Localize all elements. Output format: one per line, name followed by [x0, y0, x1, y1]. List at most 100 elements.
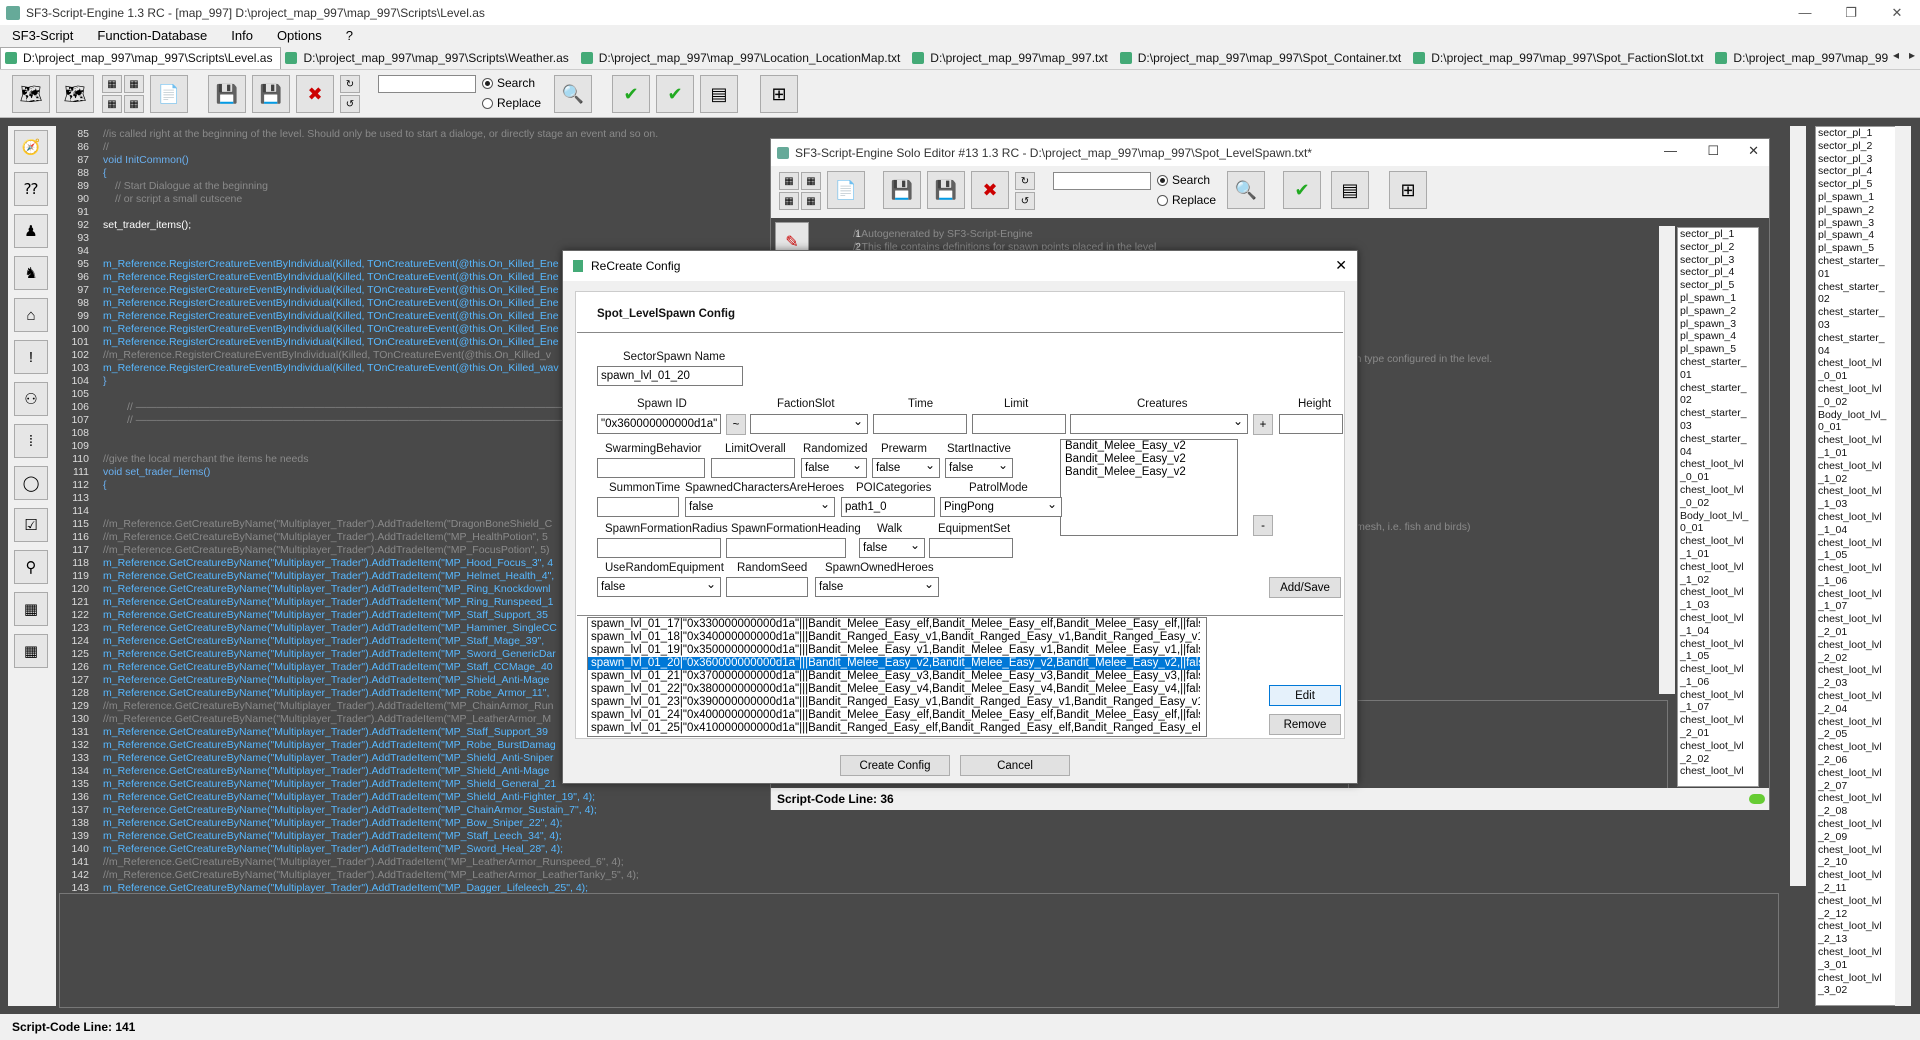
object-list-item[interactable]: chest_loot_lvl	[1816, 537, 1899, 550]
config-row[interactable]: spawn_lvl_01_22|"0x380000000000d1a"|||Ba…	[588, 683, 1200, 696]
time-input[interactable]	[873, 414, 967, 434]
compass-icon[interactable]: 🧭	[14, 130, 48, 164]
config-row[interactable]: spawn_lvl_01_23|"0x390000000000d1a"|||Ba…	[588, 696, 1200, 709]
dialog-close-button[interactable]: ✕	[1335, 257, 1347, 274]
object-list-item[interactable]: _1_04	[1816, 524, 1899, 537]
menu-info[interactable]: Info	[219, 28, 265, 43]
walk-select[interactable]: false	[859, 538, 925, 558]
object-list-item[interactable]: _2_01	[1816, 626, 1899, 639]
solo-object-list-item[interactable]: _2_02	[1678, 753, 1758, 766]
solo-object-list-item[interactable]: sector_pl_5	[1678, 279, 1758, 292]
magnifier-icon[interactable]: 🔍	[1227, 171, 1265, 209]
object-list-item[interactable]: pl_spawn_3	[1816, 217, 1899, 230]
solo-object-list-item[interactable]: chest_loot_lvl	[1678, 689, 1758, 702]
summon-time-input[interactable]	[597, 497, 679, 517]
table-icon[interactable]: ▦	[14, 634, 48, 668]
tab-location-map[interactable]: D:\project_map_997\map_997\Location_Loca…	[577, 47, 909, 69]
object-list-item[interactable]: chest_loot_lvl	[1816, 690, 1899, 703]
solo-code-scrollbar[interactable]	[1659, 226, 1675, 694]
creature-list-item[interactable]: Bandit_Melee_Easy_v2	[1061, 453, 1237, 466]
object-list-item[interactable]: sector_pl_4	[1816, 165, 1899, 178]
object-list-item[interactable]: chest_loot_lvl	[1816, 741, 1899, 754]
spawned-heroes-select[interactable]: false	[685, 497, 835, 517]
object-list-item[interactable]: sector_pl_5	[1816, 178, 1899, 191]
object-list-item[interactable]: chest_starter_	[1816, 332, 1899, 345]
editor-scrollbar[interactable]	[1790, 126, 1806, 886]
object-list-item[interactable]: chest_loot_lvl	[1816, 869, 1899, 882]
object-list-item[interactable]: _2_07	[1816, 780, 1899, 793]
save-all-icon[interactable]: 💾	[927, 171, 965, 209]
solo-object-list[interactable]: sector_pl_1 sector_pl_2 sector_pl_3 sector_…	[1677, 227, 1759, 787]
object-list-item[interactable]: _1_05	[1816, 549, 1899, 562]
object-list-item[interactable]: 01	[1816, 268, 1899, 281]
query-icon[interactable]: ⚲	[14, 550, 48, 584]
solo-object-list-item[interactable]: _1_05	[1678, 650, 1758, 663]
creature-list[interactable]: Bandit_Melee_Easy_v2 Bandit_Melee_Easy_v…	[1060, 439, 1238, 536]
stack-icon[interactable]: ▤	[700, 75, 738, 113]
building-icon[interactable]: ⌂	[14, 298, 48, 332]
object-list-item[interactable]: _2_08	[1816, 805, 1899, 818]
object-list-item[interactable]: chest_loot_lvl	[1816, 639, 1899, 652]
object-list-item[interactable]: 04	[1816, 345, 1899, 358]
solo-object-list-item[interactable]: chest_loot_lvl	[1678, 740, 1758, 753]
object-list-item[interactable]: chest_loot_lvl	[1816, 562, 1899, 575]
random-seed-input[interactable]	[726, 577, 808, 597]
solo-object-list-item[interactable]: pl_spawn_4	[1678, 330, 1758, 343]
object-list-item[interactable]: _0_02	[1816, 396, 1899, 409]
config-list[interactable]: spawn_lvl_01_17|"0x330000000000d1a"|||Ba…	[587, 617, 1207, 737]
check-icon[interactable]: ✔	[1283, 171, 1321, 209]
replace-radio[interactable]: Replace	[482, 96, 541, 110]
solo-object-list-item[interactable]: sector_pl_3	[1678, 254, 1758, 267]
object-list-item[interactable]: _2_11	[1816, 882, 1899, 895]
object-list-item[interactable]: chest_loot_lvl	[1816, 460, 1899, 473]
solo-object-list-item[interactable]: chest_loot_lvl	[1678, 586, 1758, 599]
spawn-id-input[interactable]: "0x360000000000d1a"	[597, 414, 721, 434]
solo-object-list-item[interactable]: chest_loot_lvl	[1678, 714, 1758, 727]
solo-object-list-item[interactable]: sector_pl_2	[1678, 241, 1758, 254]
solo-object-list-item[interactable]: _1_06	[1678, 676, 1758, 689]
limit-input[interactable]	[972, 414, 1066, 434]
save-all-icon[interactable]: 💾	[252, 75, 290, 113]
solo-object-list-item[interactable]: _0_01	[1678, 471, 1758, 484]
check-all-icon[interactable]: ✔	[656, 75, 694, 113]
tab-scroll-left-icon[interactable]: ◂	[1893, 48, 1899, 68]
close-file-icon[interactable]: ✖	[296, 75, 334, 113]
small-tool-2-icon[interactable]: ▦	[124, 75, 144, 93]
solo-object-list-item[interactable]: chest_starter_	[1678, 356, 1758, 369]
object-list-item[interactable]: chest_starter_	[1816, 281, 1899, 294]
search-radio[interactable]: Search	[482, 76, 535, 90]
cancel-button[interactable]: Cancel	[960, 755, 1070, 776]
add-creature-button[interactable]: +	[1253, 414, 1273, 435]
randomized-select[interactable]: false	[801, 458, 867, 478]
menu-function-database[interactable]: Function-Database	[85, 28, 219, 43]
object-list-item[interactable]: sector_pl_1	[1816, 127, 1899, 140]
refresh-icon[interactable]: ↻	[340, 75, 360, 93]
solo-object-list-item[interactable]: chest_loot_lvl	[1678, 612, 1758, 625]
object-list-item[interactable]: chest_loot_lvl	[1816, 383, 1899, 396]
object-list-item[interactable]: chest_starter_	[1816, 306, 1899, 319]
patrol-mode-select[interactable]: PingPong	[940, 497, 1062, 517]
object-list-item[interactable]: pl_spawn_5	[1816, 242, 1899, 255]
remove-button[interactable]: Remove	[1269, 714, 1341, 735]
use-random-equipment-select[interactable]: false	[597, 577, 721, 597]
export-icon[interactable]: ⊞	[1389, 171, 1427, 209]
close-file-icon[interactable]: ✖	[971, 171, 1009, 209]
search-input[interactable]	[378, 75, 476, 93]
solo-close-button[interactable]: ✕	[1748, 143, 1759, 159]
config-row[interactable]: spawn_lvl_01_19|"0x350000000000d1a"|||Ba…	[588, 644, 1200, 657]
solo-object-list-item[interactable]: pl_spawn_3	[1678, 318, 1758, 331]
solo-search-radio[interactable]: Search	[1157, 173, 1210, 187]
owned-heroes-select[interactable]: false	[815, 577, 939, 597]
minimize-button[interactable]: —	[1782, 0, 1828, 25]
solo-object-list-item[interactable]: chest_loot_lvl	[1678, 765, 1758, 778]
object-list-scrollbar[interactable]	[1895, 126, 1911, 1006]
solo-object-list-item[interactable]: 04	[1678, 446, 1758, 459]
menu-options[interactable]: Options	[265, 28, 334, 43]
object-list-item[interactable]: _2_13	[1816, 933, 1899, 946]
small-tool-3-icon[interactable]: ▦	[102, 95, 122, 113]
object-list-item[interactable]: _1_03	[1816, 498, 1899, 511]
object-list-item[interactable]: chest_loot_lvl	[1816, 767, 1899, 780]
item-icon[interactable]: !	[14, 340, 48, 374]
object-list-item[interactable]: chest_loot_lvl	[1816, 844, 1899, 857]
object-list-item[interactable]: chest_loot_lvl	[1816, 485, 1899, 498]
